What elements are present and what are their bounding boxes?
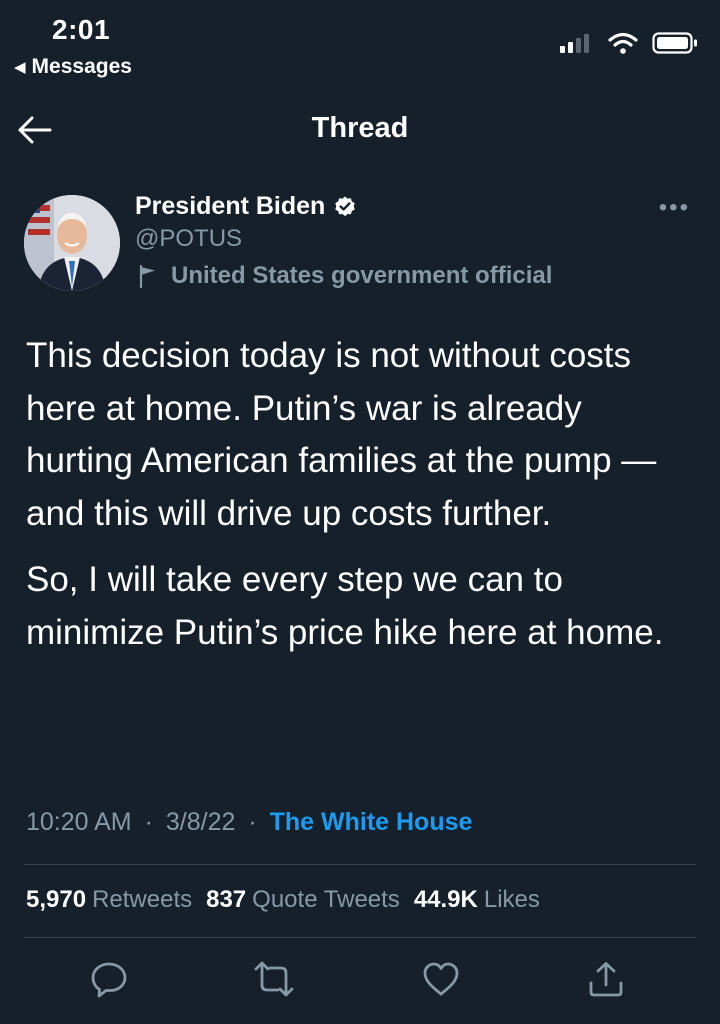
meta-separator: · (144, 808, 153, 836)
author-name-row: President Biden (135, 192, 357, 221)
tweet-date: 3/8/22 (165, 808, 236, 836)
back-app-label: Messages (31, 55, 132, 78)
thread-header: Thread (0, 100, 720, 160)
back-to-messages-link[interactable]: ◀ Messages (14, 55, 132, 79)
tweet-paragraph: This decision today is not without costs… (26, 336, 657, 533)
status-bar: 2:01 ◀ Messages (0, 0, 720, 90)
status-time: 2:01 (52, 14, 111, 45)
share-icon (589, 962, 623, 997)
flag-icon (139, 264, 155, 289)
tweet-meta: 10:20 AM · 3/8/22 · The White House (26, 808, 472, 837)
back-triangle-icon: ◀ (14, 59, 26, 76)
retweets-count: 5,970 (26, 886, 87, 913)
likes-label: Likes (483, 886, 540, 913)
reply-button[interactable] (85, 955, 133, 1003)
tweet-time: 10:20 AM (26, 808, 132, 836)
author-name[interactable]: President Biden (135, 192, 325, 221)
quote-tweets-label: Quote Tweets (252, 886, 400, 913)
page-title: Thread (311, 112, 409, 144)
reply-icon (91, 962, 127, 998)
retweets-label: Retweets (92, 886, 193, 913)
author-handle[interactable]: @POTUS (135, 225, 242, 253)
more-options-button[interactable]: ••• (659, 194, 690, 222)
like-icon (423, 962, 459, 996)
quote-tweets-count: 837 (206, 886, 247, 913)
account-label: United States government official (135, 262, 552, 290)
like-button[interactable] (417, 955, 465, 1003)
share-button[interactable] (582, 955, 630, 1003)
battery-icon (652, 32, 697, 54)
tweet-stats: 5,970 Retweets 837 Quote Tweets 44.9K Likes (26, 886, 540, 914)
retweet-button[interactable] (250, 955, 298, 1003)
signal-icon (560, 34, 589, 53)
divider (24, 937, 696, 938)
retweets-stat[interactable]: 5,970 Retweets (26, 886, 192, 914)
retweet-icon (254, 961, 294, 997)
status-icons (560, 32, 698, 54)
likes-count: 44.9K (413, 886, 478, 913)
divider (24, 864, 696, 865)
meta-separator: · (248, 808, 257, 836)
tweet-paragraph: So, I will take every step we can to min… (26, 560, 664, 652)
verified-badge-icon (335, 196, 356, 216)
tweet-text: This decision today is not without costs… (26, 330, 696, 673)
tweet-actions (0, 955, 720, 1005)
tweet-source-link[interactable]: The White House (270, 808, 473, 836)
likes-stat[interactable]: 44.9K Likes (414, 886, 540, 914)
account-label-text: United States government official (171, 262, 553, 289)
tweet-author-header: President Biden @POTUS United States gov… (24, 192, 696, 302)
quote-tweets-stat[interactable]: 837 Quote Tweets (206, 886, 400, 914)
avatar[interactable] (24, 195, 120, 291)
more-icon: ••• (658, 194, 690, 221)
wifi-icon (608, 32, 638, 54)
avatar-image (24, 195, 120, 291)
